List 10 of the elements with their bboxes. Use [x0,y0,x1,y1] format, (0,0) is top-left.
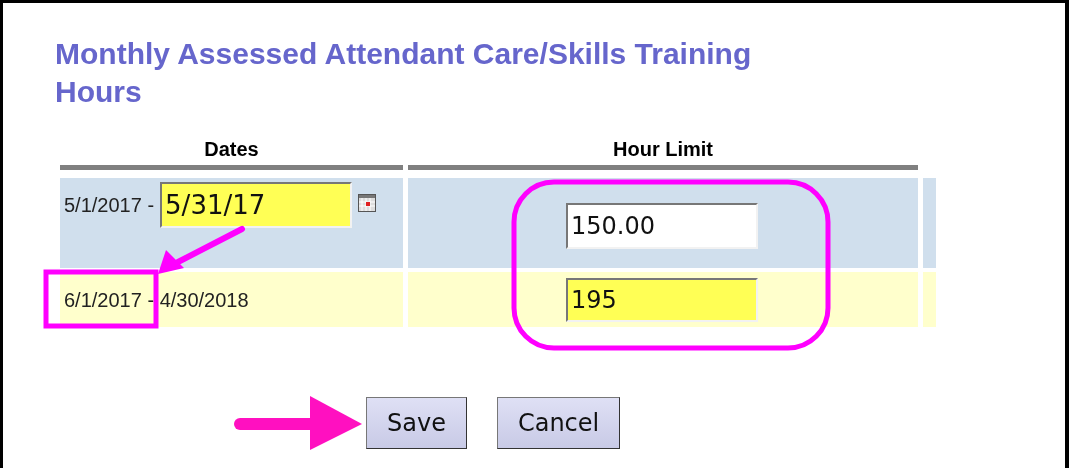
date-range: 6/1/2017 - 4/30/2018 [64,287,249,313]
hour-limit-field[interactable]: 150.00 [566,203,758,249]
start-date: 5/1/2017 - [64,193,155,218]
page-title: Monthly Assessed Attendant Care/Skills Training Hours [55,36,753,110]
column-header: Dates [60,137,403,170]
column-header: Hour Limit [408,137,918,170]
save-button[interactable]: Save [366,397,467,449]
cancel-button[interactable]: Cancel [496,397,621,449]
end-date-field[interactable]: 5/31/17 [160,182,353,228]
hour-limit-field[interactable]: 195 [566,277,758,322]
